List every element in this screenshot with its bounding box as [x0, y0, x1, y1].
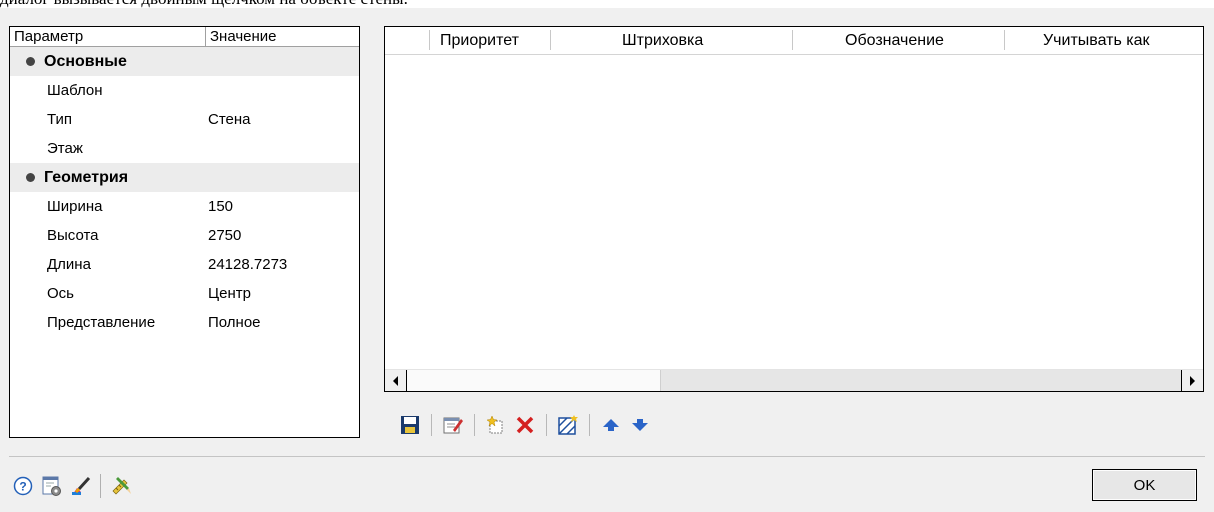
select-hatch-icon [558, 415, 578, 435]
properties-panel: Параметр Значение Основные Шаблон Тип Ст… [9, 26, 360, 438]
group-geometry[interactable]: Геометрия [10, 163, 359, 192]
column-separator[interactable] [792, 30, 793, 50]
add-new-icon [486, 415, 503, 434]
add-new-button[interactable] [483, 412, 509, 438]
edit-properties-button[interactable] [440, 412, 466, 438]
property-value[interactable]: 2750 [208, 227, 241, 244]
column-header-hatch[interactable]: Штриховка [622, 32, 703, 50]
column-header-count-as[interactable]: Учитывать как [1043, 32, 1150, 50]
param-column-header[interactable]: Параметр [10, 27, 206, 46]
property-value[interactable]: Стена [208, 111, 251, 128]
properties-header: Параметр Значение [10, 27, 359, 47]
value-column-header[interactable]: Значение [206, 27, 359, 46]
group-label: Основные [44, 52, 127, 70]
arrow-left-icon [393, 375, 398, 386]
scroll-left-button[interactable] [385, 370, 407, 391]
bottom-toolbar: ? [10, 472, 137, 500]
property-row-width[interactable]: Ширина 150 [10, 192, 359, 221]
paint-brush-button[interactable] [68, 473, 94, 499]
toolbar-separator [589, 414, 590, 436]
document-text-fragment: диалог вызывается двойным щелчком на объ… [0, 0, 1214, 8]
property-value[interactable]: 24128.7273 [208, 256, 287, 273]
property-row-representation[interactable]: Представление Полное [10, 308, 359, 337]
property-row-height[interactable]: Высота 2750 [10, 221, 359, 250]
property-row-floor[interactable]: Этаж [10, 134, 359, 163]
help-button[interactable]: ? [10, 473, 36, 499]
pencil-ruler-icon [112, 477, 131, 495]
property-row-template[interactable]: Шаблон [10, 76, 359, 105]
move-up-button[interactable] [598, 412, 624, 438]
property-name: Тип [47, 111, 73, 128]
toolbar-separator [546, 414, 547, 436]
move-down-button[interactable] [627, 412, 653, 438]
bullet-icon [26, 173, 35, 182]
scroll-right-button[interactable] [1181, 370, 1203, 391]
scroll-thumb[interactable] [407, 370, 661, 391]
hatch-grid[interactable]: Приоритет Штриховка Обозначение Учитыват… [384, 26, 1204, 392]
group-label: Геометрия [44, 168, 129, 186]
settings-icon [42, 476, 61, 496]
column-separator[interactable] [429, 30, 430, 50]
arrow-right-icon [1190, 375, 1195, 386]
property-row-length[interactable]: Длина 24128.7273 [10, 250, 359, 279]
grid-toolbar [397, 408, 656, 442]
toolbar-separator [431, 414, 432, 436]
property-name: Этаж [47, 140, 83, 157]
column-header-priority[interactable]: Приоритет [440, 32, 519, 50]
bullet-icon [26, 57, 35, 66]
help-icon: ? [13, 476, 33, 496]
move-up-icon [603, 419, 619, 431]
property-row-axis[interactable]: Ось Центр [10, 279, 359, 308]
paint-brush-icon [72, 476, 91, 495]
bottom-toolbar-separator [100, 474, 101, 498]
edit-properties-icon [443, 417, 463, 434]
property-name: Ось [47, 285, 74, 302]
property-name: Шаблон [47, 82, 103, 99]
property-value[interactable]: Центр [208, 285, 251, 302]
delete-button[interactable] [512, 412, 538, 438]
select-hatch-button[interactable] [555, 412, 581, 438]
property-name: Высота [47, 227, 99, 244]
grid-header: Приоритет Штриховка Обозначение Учитыват… [385, 27, 1203, 55]
toolbar-separator [474, 414, 475, 436]
property-value[interactable]: Полное [208, 314, 261, 331]
save-icon [401, 416, 419, 434]
footer-divider [9, 456, 1205, 457]
save-button[interactable] [397, 412, 423, 438]
property-name: Представление [47, 314, 156, 331]
property-value[interactable]: 150 [208, 198, 233, 215]
column-header-designation[interactable]: Обозначение [845, 32, 944, 50]
property-name: Ширина [47, 198, 103, 215]
ok-button[interactable]: OK [1092, 469, 1197, 501]
group-basic[interactable]: Основные [10, 47, 359, 76]
pencil-ruler-button[interactable] [108, 473, 134, 499]
property-row-type[interactable]: Тип Стена [10, 105, 359, 134]
horizontal-scrollbar[interactable] [385, 369, 1203, 391]
settings-button[interactable] [39, 473, 65, 499]
column-separator[interactable] [1004, 30, 1005, 50]
delete-icon [516, 416, 534, 434]
property-name: Длина [47, 256, 91, 273]
scroll-track[interactable] [407, 370, 1181, 391]
move-down-icon [632, 419, 648, 431]
column-separator[interactable] [550, 30, 551, 50]
svg-text:?: ? [19, 480, 26, 494]
